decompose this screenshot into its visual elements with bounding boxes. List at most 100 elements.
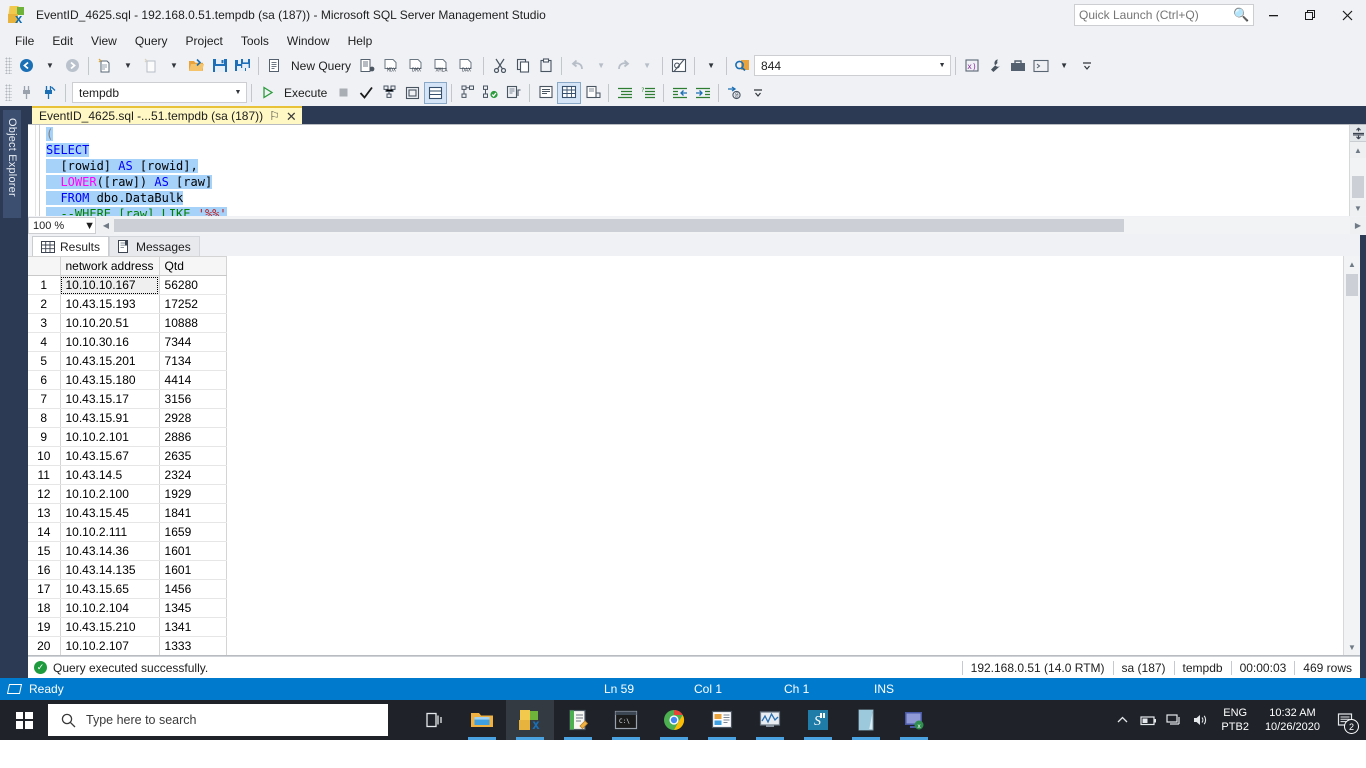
comment-lines-button[interactable]	[613, 82, 636, 104]
options-wrench-button[interactable]	[983, 55, 1006, 77]
cell-qtd[interactable]: 2324	[159, 465, 227, 485]
taskbar-chrome[interactable]	[650, 700, 698, 740]
cell-qtd[interactable]: 2928	[159, 408, 227, 428]
row-number[interactable]: 4	[28, 332, 61, 352]
change-connection-button[interactable]	[38, 82, 61, 104]
row-number[interactable]: 20	[28, 636, 61, 655]
undo-button[interactable]	[566, 55, 589, 77]
table-row[interactable]: 11 10.43.14.5 2324	[28, 465, 227, 485]
header-rownum[interactable]	[28, 256, 61, 276]
cell-qtd[interactable]: 1659	[159, 522, 227, 542]
table-row[interactable]: 4 10.10.30.16 7344	[28, 332, 227, 352]
table-row[interactable]: 7 10.43.15.17 3156	[28, 389, 227, 409]
new-item-dropdown[interactable]: ▼	[162, 55, 185, 77]
cell-network-address[interactable]: 10.43.15.65	[60, 579, 160, 599]
taskbar-clock[interactable]: 10:32 AM 10/26/2020	[1257, 706, 1328, 734]
execute-label[interactable]: Execute	[279, 86, 332, 100]
header-network-address[interactable]: network address	[60, 256, 160, 276]
editor-vertical-scrollbar[interactable]: ▲ ▼	[1349, 125, 1366, 216]
specify-values-for-template-button[interactable]: @	[723, 82, 746, 104]
xevent-profiler-button[interactable]: x)	[960, 55, 983, 77]
find-combo-chevron-down-icon[interactable]: ▼	[934, 56, 950, 75]
undo-dropdown[interactable]: ▼	[589, 55, 612, 77]
paste-button[interactable]	[534, 55, 557, 77]
table-row[interactable]: 17 10.43.15.65 1456	[28, 579, 227, 599]
find-combo[interactable]: 844 ▼	[754, 55, 952, 76]
new-project-dropdown[interactable]: ▼	[116, 55, 139, 77]
cell-qtd[interactable]: 1345	[159, 598, 227, 618]
parse-button[interactable]	[355, 82, 378, 104]
display-estimated-plan-button[interactable]	[378, 82, 401, 104]
volume-icon[interactable]	[1187, 700, 1213, 740]
cell-network-address[interactable]: 10.43.15.17	[60, 389, 160, 409]
cell-qtd[interactable]: 1601	[159, 541, 227, 561]
results-scroll-down-button[interactable]: ▼	[1344, 639, 1360, 655]
start-button[interactable]	[0, 700, 48, 740]
new-project-button[interactable]	[93, 55, 116, 77]
tab-results[interactable]: Results	[32, 236, 110, 256]
cell-qtd[interactable]: 17252	[159, 294, 227, 314]
input-language-indicator[interactable]: ENG PTB2	[1213, 706, 1257, 734]
minimize-button[interactable]	[1255, 0, 1292, 30]
notification-center-button[interactable]: 2	[1328, 700, 1362, 740]
results-to-text-button[interactable]	[534, 82, 557, 104]
editor-horizontal-scrollbar[interactable]: ◀ ▶	[98, 217, 1366, 234]
taskbar-ssms[interactable]: x	[506, 700, 554, 740]
zoom-chevron-down-icon[interactable]: ▼	[84, 220, 95, 232]
cell-network-address[interactable]: 10.43.14.36	[60, 541, 160, 561]
cell-qtd[interactable]: 7134	[159, 351, 227, 371]
row-number[interactable]: 19	[28, 617, 61, 637]
table-row[interactable]: 8 10.43.15.91 2928	[28, 408, 227, 428]
row-number[interactable]: 11	[28, 465, 61, 485]
results-scroll-thumb[interactable]	[1346, 274, 1358, 296]
row-number[interactable]: 15	[28, 541, 61, 561]
cell-network-address[interactable]: 10.10.10.167	[60, 275, 160, 295]
row-number[interactable]: 13	[28, 503, 61, 523]
open-file-button[interactable]	[185, 55, 208, 77]
toolbar-options-dropdown[interactable]: ▼	[699, 55, 722, 77]
save-all-button[interactable]	[231, 55, 254, 77]
sql-code-editor[interactable]: (SELECT [rowid] AS [rowid], LOWER([raw])…	[28, 124, 1366, 216]
tab-messages[interactable]: Messages	[109, 236, 200, 256]
cut-button[interactable]	[488, 55, 511, 77]
row-number[interactable]: 8	[28, 408, 61, 428]
header-qtd[interactable]: Qtd	[159, 256, 227, 276]
sql-toolbar-overflow-button[interactable]	[746, 82, 769, 104]
include-actual-plan-button[interactable]	[456, 82, 479, 104]
table-row[interactable]: 3 10.10.20.51 10888	[28, 313, 227, 333]
row-number[interactable]: 16	[28, 560, 61, 580]
table-row[interactable]: 9 10.10.2.101 2886	[28, 427, 227, 447]
table-row[interactable]: 13 10.43.15.45 1841	[28, 503, 227, 523]
cell-qtd[interactable]: 3156	[159, 389, 227, 409]
copy-button[interactable]	[511, 55, 534, 77]
navigate-backward-button[interactable]	[15, 55, 38, 77]
navigate-forward-button[interactable]	[61, 55, 84, 77]
cell-network-address[interactable]: 10.43.15.45	[60, 503, 160, 523]
cell-network-address[interactable]: 10.43.15.193	[60, 294, 160, 314]
new-dax-query-button[interactable]: DAX	[454, 55, 479, 77]
table-row[interactable]: 19 10.43.15.210 1341	[28, 617, 227, 637]
table-row[interactable]: 18 10.10.2.104 1345	[28, 598, 227, 618]
new-xmla-query-button[interactable]: XMLA	[429, 55, 454, 77]
menu-edit[interactable]: Edit	[43, 32, 82, 50]
row-number[interactable]: 9	[28, 427, 61, 447]
table-row[interactable]: 20 10.10.2.107 1333	[28, 636, 227, 655]
redo-dropdown[interactable]: ▼	[635, 55, 658, 77]
taskbar-report-viewer[interactable]	[698, 700, 746, 740]
save-button[interactable]	[208, 55, 231, 77]
toolbox-button[interactable]	[1006, 55, 1029, 77]
results-to-file-button[interactable]	[581, 82, 604, 104]
pin-icon[interactable]: ⚐	[269, 110, 280, 122]
navigate-backward-dropdown[interactable]: ▼	[38, 55, 61, 77]
results-vertical-scrollbar[interactable]: ▲ ▼	[1343, 256, 1360, 655]
command-prompt-button[interactable]	[1029, 55, 1052, 77]
row-number[interactable]: 1	[28, 275, 61, 295]
editor-scroll-track[interactable]	[1350, 158, 1366, 200]
editor-zoom-combo[interactable]: 100 % ▼	[28, 217, 96, 234]
row-number[interactable]: 10	[28, 446, 61, 466]
cell-qtd[interactable]: 2635	[159, 446, 227, 466]
editor-scroll-thumb[interactable]	[1352, 176, 1364, 198]
row-number[interactable]: 5	[28, 351, 61, 371]
cell-qtd[interactable]: 1456	[159, 579, 227, 599]
command-prompt-dropdown[interactable]: ▼	[1052, 55, 1075, 77]
